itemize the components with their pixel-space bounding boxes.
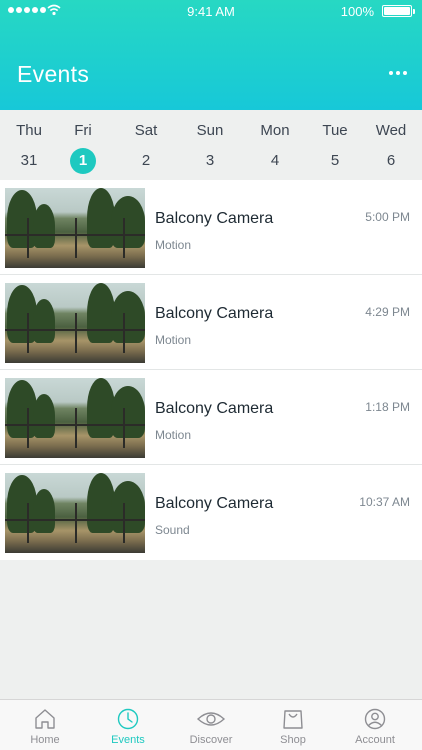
tab-label: Account xyxy=(355,734,395,746)
status-bar: 9:41 AM 100% xyxy=(0,0,422,22)
tab-account[interactable]: Account xyxy=(333,708,417,748)
tab-shop[interactable]: Shop xyxy=(251,708,335,748)
tab-label: Discover xyxy=(189,734,233,746)
event-thumbnail xyxy=(5,378,145,458)
date-day-name: Sat xyxy=(134,122,158,139)
date-day-name: Mon xyxy=(260,122,290,139)
date-item[interactable]: Mon 4 xyxy=(250,122,300,174)
event-time: 10:37 AM xyxy=(359,495,410,509)
event-camera-name: Balcony Camera xyxy=(155,210,274,227)
more-icon[interactable] xyxy=(384,63,412,83)
tab-label: Events xyxy=(111,734,145,746)
event-row[interactable]: Balcony Camera Motion 5:00 PM xyxy=(0,180,422,275)
event-type: Motion xyxy=(155,238,192,252)
event-time: 4:29 PM xyxy=(365,305,410,319)
user-icon xyxy=(364,708,386,730)
event-camera-name: Balcony Camera xyxy=(155,400,274,417)
date-day-number: 31 xyxy=(20,152,38,169)
date-day-name: Wed xyxy=(375,122,407,139)
battery-percent: 100% xyxy=(340,4,374,19)
date-item[interactable]: Tue 5 xyxy=(310,122,360,174)
tab-label: Shop xyxy=(280,734,306,746)
home-icon xyxy=(35,709,55,729)
clock-icon xyxy=(117,708,139,730)
date-item[interactable]: Wed 6 xyxy=(366,122,416,174)
shopping-bag-icon xyxy=(283,710,303,729)
events-list: Balcony Camera Motion 5:00 PM Balcony Ca… xyxy=(0,180,422,560)
event-type: Sound xyxy=(155,523,190,537)
tab-bar: Home Events Discover Shop Account xyxy=(0,699,422,750)
event-time: 5:00 PM xyxy=(365,210,410,224)
date-day-number: 4 xyxy=(270,152,280,169)
date-item[interactable]: Sun 3 xyxy=(185,122,235,174)
event-camera-name: Balcony Camera xyxy=(155,305,274,322)
battery-icon xyxy=(382,5,415,17)
event-camera-name: Balcony Camera xyxy=(155,495,274,512)
date-day-name: Tue xyxy=(322,122,348,139)
date-selector: Thu 31 Fri 1 Sat 2 Sun 3 Mon 4 Tue 5 Wed… xyxy=(0,110,422,180)
date-day-name: Fri xyxy=(74,122,92,139)
eye-icon xyxy=(196,712,226,726)
date-day-number: 2 xyxy=(141,152,151,169)
tab-events[interactable]: Events xyxy=(86,708,170,748)
date-day-number: 5 xyxy=(330,152,340,169)
date-day-number: 1 xyxy=(70,148,96,174)
event-thumbnail xyxy=(5,283,145,363)
date-day-name: Sun xyxy=(196,122,224,139)
date-day-number: 3 xyxy=(205,152,215,169)
event-row[interactable]: Balcony Camera Motion 4:29 PM xyxy=(0,275,422,370)
date-day-number: 6 xyxy=(386,152,396,169)
date-item[interactable]: Thu 31 xyxy=(4,122,54,174)
event-row[interactable]: Balcony Camera Motion 1:18 PM xyxy=(0,370,422,465)
header: 9:41 AM 100% Events xyxy=(0,0,422,110)
event-time: 1:18 PM xyxy=(365,400,410,414)
event-type: Motion xyxy=(155,333,192,347)
event-thumbnail xyxy=(5,473,145,553)
event-thumbnail xyxy=(5,188,145,268)
tab-label: Home xyxy=(30,734,60,746)
date-item-selected[interactable]: Fri 1 xyxy=(58,122,108,174)
page-title: Events xyxy=(17,61,90,87)
date-day-name: Thu xyxy=(16,122,42,139)
tab-home[interactable]: Home xyxy=(3,708,87,748)
date-item[interactable]: Sat 2 xyxy=(121,122,171,174)
tab-discover[interactable]: Discover xyxy=(169,708,253,748)
event-type: Motion xyxy=(155,428,192,442)
event-row[interactable]: Balcony Camera Sound 10:37 AM xyxy=(0,465,422,560)
